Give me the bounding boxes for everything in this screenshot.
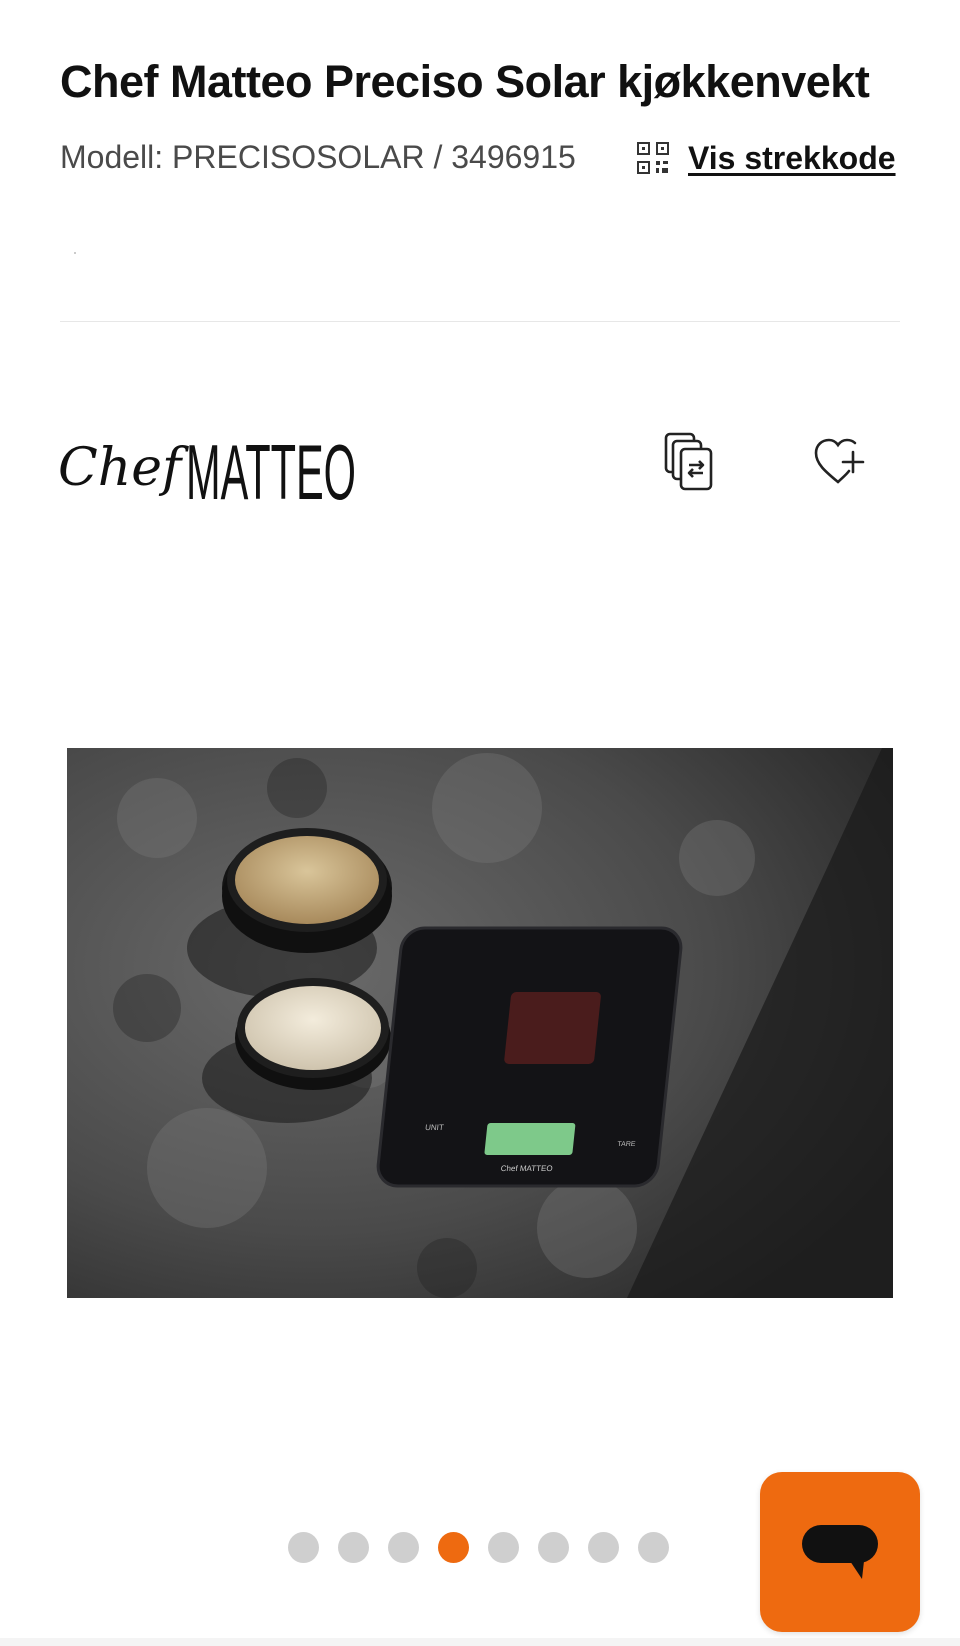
- product-image[interactable]: UNIT TARE Chef MATTEO: [67, 748, 893, 1298]
- brand-logo[interactable]: Chef MATTEO: [58, 415, 358, 511]
- scale-unit-label: UNIT: [425, 1123, 445, 1132]
- model-row: Modell: PRECISOSOLAR / 3496915 Vis strek…: [60, 132, 900, 182]
- brand-logo-script: Chef: [58, 438, 189, 498]
- product-title: Chef Matteo Preciso Solar kjøkkenvekt: [60, 56, 870, 107]
- kitchen-scale: UNIT TARE Chef MATTEO: [376, 926, 683, 1188]
- section-divider: [60, 321, 900, 322]
- heart-plus-icon: [814, 438, 865, 484]
- carousel-dot-7[interactable]: [588, 1532, 619, 1563]
- flour: [245, 986, 381, 1070]
- brand-logo-block: MATTEO: [186, 428, 356, 511]
- image-carousel-pagination: [288, 1532, 688, 1564]
- model-number: Modell: PRECISOSOLAR / 3496915: [60, 139, 576, 175]
- show-barcode-label: Vis strekkode: [688, 139, 896, 176]
- carousel-dot-3[interactable]: [388, 1532, 419, 1563]
- carousel-dot-8[interactable]: [638, 1532, 669, 1563]
- carousel-dot-1[interactable]: [288, 1532, 319, 1563]
- chat-button[interactable]: [760, 1472, 920, 1632]
- compare-icon: [664, 432, 713, 491]
- carousel-dot-5[interactable]: [488, 1532, 519, 1563]
- scale-tare-label: TARE: [617, 1141, 636, 1148]
- carousel-dot-2[interactable]: [338, 1532, 369, 1563]
- chat-bubble-icon: [802, 1525, 878, 1579]
- qr-code-icon: [637, 142, 669, 174]
- scale-display: [484, 1123, 576, 1155]
- decorative-dot: [74, 252, 76, 254]
- show-barcode-link[interactable]: Vis strekkode: [636, 138, 896, 178]
- oats: [235, 836, 379, 924]
- compare-button[interactable]: [658, 430, 722, 494]
- carousel-dot-6[interactable]: [538, 1532, 569, 1563]
- solar-panel: [504, 992, 601, 1064]
- carousel-dot-4-active[interactable]: [438, 1532, 469, 1563]
- bottom-bar-edge: [0, 1638, 960, 1646]
- add-to-wishlist-button[interactable]: [808, 430, 872, 494]
- scale-brand-label: Chef MATTEO: [500, 1164, 553, 1173]
